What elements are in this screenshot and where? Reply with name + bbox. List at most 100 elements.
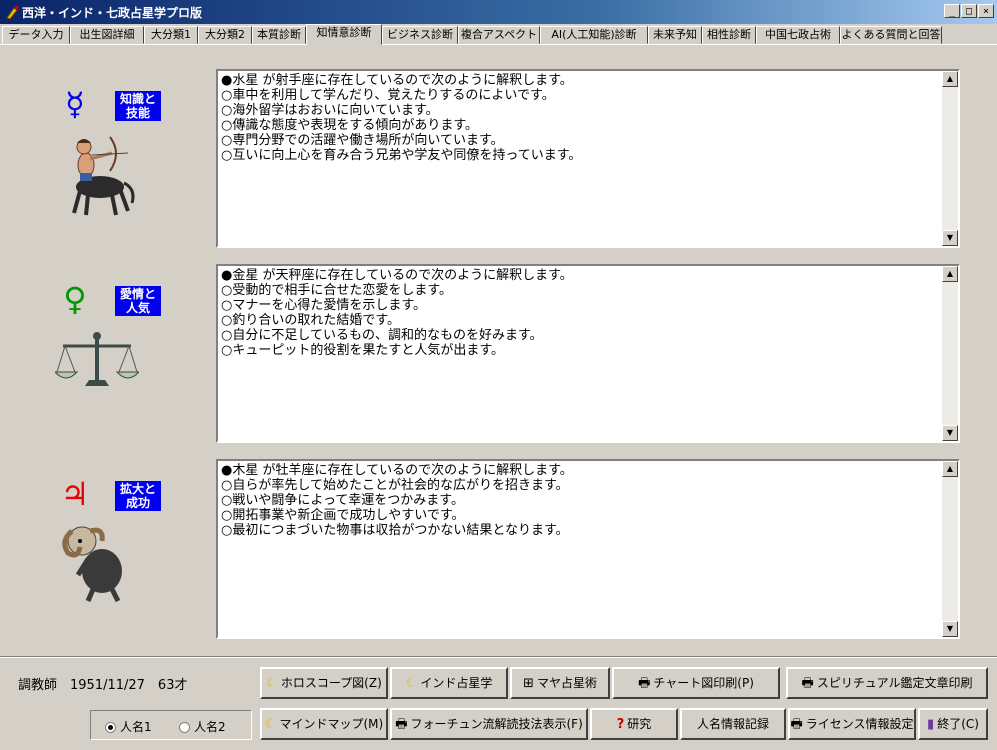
- scroll-up-icon[interactable]: ▲: [942, 461, 958, 477]
- radio-person1[interactable]: 人名1: [105, 718, 152, 735]
- interpretation-line: ●金星 が天秤座に存在しているので次のように解釈します。: [221, 268, 573, 283]
- bottom-divider-highlight: [0, 657, 997, 658]
- tab-5[interactable]: 知情意診断: [306, 24, 382, 45]
- tab-4[interactable]: 本質診断: [252, 26, 306, 44]
- indian-astrology-button[interactable]: ☾ インド占星学: [390, 667, 508, 699]
- interpretation-line: ○釣り合いの取れた結婚です。: [221, 313, 401, 328]
- tab-strip: データ入力 出生図詳細 大分類1 大分類2 本質診断 知情意診断 ビジネス診断 複合アスペクト…: [2, 24, 997, 45]
- section-label-line2: 人気: [125, 301, 150, 315]
- research-button-label: 研究: [627, 717, 652, 731]
- interpretation-section-0: ☿ 知識と 技能 ●水星 が射手座に存在しているので次のように解釈します。 ○車中を利用…: [0, 67, 997, 248]
- interpretation-section-1: ♀ 愛情と 人気 ●金星 が天秤座に存在しているので次のように解釈します。 ○受動的で相…: [0, 262, 997, 443]
- interpretation-line: ●水星 が射手座に存在しているので次のように解釈します。: [221, 73, 573, 88]
- interpretation-line: ○傳識な態度や表現をする傾向があります。: [221, 118, 479, 133]
- chart-print-button-label: チャート図印刷(P): [653, 676, 754, 690]
- door-icon: ▮: [927, 717, 935, 732]
- scroll-down-icon[interactable]: ▼: [942, 621, 958, 637]
- interpretation-line: ○受動的で相手に合せた恋愛をします。: [221, 283, 453, 298]
- tab-7[interactable]: 複合アスペクト: [458, 26, 540, 44]
- sagittarius-icon: [58, 129, 138, 222]
- person-record-button-label: 人名情報記録: [696, 717, 769, 731]
- scroll-up-icon[interactable]: ▲: [942, 266, 958, 282]
- maya-astrology-button-label: マヤ占星術: [536, 676, 597, 690]
- minimize-button[interactable]: _: [944, 4, 960, 18]
- spiritual-print-button[interactable]: 🖶 スピリチュアル鑑定文章印刷: [786, 667, 988, 699]
- person-radio-group: 人名1 人名2: [90, 710, 252, 740]
- section-label-line1: 知識と: [119, 92, 156, 106]
- section-label-line2: 技能: [125, 106, 150, 120]
- interpretation-line: ○自分に不足しているもの、調和的なものを好みます。: [221, 328, 543, 343]
- app-icon: [6, 5, 19, 20]
- interpretation-line: ○開拓事業や新企画で成功しやすいです。: [221, 508, 465, 523]
- vertical-scrollbar[interactable]: ▲ ▼: [942, 266, 958, 441]
- spiritual-print-button-label: スピリチュアル鑑定文章印刷: [816, 676, 973, 690]
- scroll-down-icon[interactable]: ▼: [942, 230, 958, 246]
- tab-2[interactable]: 大分類1: [144, 26, 198, 44]
- interpretation-line: ○車中を利用して学んだり、覚えたりするのによいです。: [221, 88, 555, 103]
- tab-9[interactable]: 未来予知: [648, 26, 702, 44]
- planet-symbol-icon: ♀: [63, 280, 87, 318]
- horoscope-button-label: ホロスコープ図(Z): [280, 676, 382, 690]
- tab-6[interactable]: ビジネス診断: [382, 26, 458, 44]
- interpretation-line: ○戦いや闘争によって幸運をつかみます。: [221, 493, 465, 508]
- interpretation-text: ●水星 が射手座に存在しているので次のように解釈します。 ○車中を利用して学んだり…: [221, 73, 938, 244]
- license-settings-button[interactable]: 🖶 ライセンス情報設定: [788, 708, 916, 740]
- person-record-button[interactable]: 人名情報記録: [680, 708, 786, 740]
- exit-button-label: 終了(C): [937, 717, 979, 731]
- horoscope-button[interactable]: ☾ ホロスコープ図(Z): [260, 667, 388, 699]
- section-label: 拡大と 成功: [115, 481, 161, 511]
- printer-icon: 🖶: [638, 676, 651, 691]
- section-label-line1: 愛情と: [119, 287, 156, 301]
- radio-person1-dot[interactable]: [105, 722, 116, 733]
- mind-map-button-label: マインドマップ(M): [279, 717, 384, 731]
- tab-0[interactable]: データ入力: [2, 26, 70, 44]
- printer-icon: 🖶: [790, 717, 803, 732]
- maya-icon: ⊞: [523, 676, 534, 691]
- fortune-display-button-label: フォーチュン流解読技法表示(F): [410, 717, 583, 731]
- fortune-display-button[interactable]: 🖶 フォーチュン流解読技法表示(F): [390, 708, 588, 740]
- interpretation-line: ○最初につまづいた物事は収拾がつかない結果となります。: [221, 523, 569, 538]
- moon-icon: ☾: [405, 676, 418, 691]
- vertical-scrollbar[interactable]: ▲ ▼: [942, 461, 958, 637]
- moon-icon: ☾: [266, 676, 278, 691]
- section-label: 愛情と 人気: [115, 286, 161, 316]
- tab-3[interactable]: 大分類2: [198, 26, 252, 44]
- interpretation-textarea[interactable]: ●木星 が牡羊座に存在しているので次のように解釈します。 ○自らが率先して始めたこ…: [216, 459, 960, 639]
- moon-icon: ☾: [264, 717, 277, 732]
- maya-astrology-button[interactable]: ⊞ マヤ占星術: [510, 667, 610, 699]
- section-label-line1: 拡大と: [119, 482, 156, 496]
- title-bar: 西洋・インド・七政占星学プロ版 _ □ ×: [0, 0, 997, 24]
- tab-11[interactable]: 中国七政占術: [756, 26, 840, 44]
- interpretation-textarea[interactable]: ●水星 が射手座に存在しているので次のように解釈します。 ○車中を利用して学んだり…: [216, 69, 960, 248]
- interpretation-text: ●金星 が天秤座に存在しているので次のように解釈します。 ○受動的で相手に合せた恋…: [221, 268, 938, 439]
- radio-person2[interactable]: 人名2: [179, 718, 226, 735]
- planet-symbol-icon: ♃: [60, 475, 90, 513]
- tab-1[interactable]: 出生図詳細: [70, 26, 144, 44]
- vertical-scrollbar[interactable]: ▲ ▼: [942, 71, 958, 246]
- radio-person2-dot[interactable]: [179, 722, 190, 733]
- section-label: 知識と 技能: [115, 91, 161, 121]
- printer-icon: 🖶: [395, 717, 408, 732]
- radio-person1-label: 人名1: [120, 720, 152, 734]
- tab-12[interactable]: よくある質問と回答: [840, 26, 942, 44]
- interpretation-line: ○海外留学はおおいに向いています。: [221, 103, 439, 118]
- interpretation-textarea[interactable]: ●金星 が天秤座に存在しているので次のように解釈します。 ○受動的で相手に合せた恋…: [216, 264, 960, 443]
- chart-print-button[interactable]: 🖶 チャート図印刷(P): [612, 667, 780, 699]
- client-info: 調教師 1951/11/27 63才: [18, 678, 188, 693]
- close-button[interactable]: ×: [978, 4, 994, 18]
- tab-10[interactable]: 相性診断: [702, 26, 756, 44]
- section-label-line2: 成功: [125, 496, 150, 510]
- scroll-down-icon[interactable]: ▼: [942, 425, 958, 441]
- question-icon: ?: [616, 717, 625, 732]
- tab-8[interactable]: AI(人工知能)診断: [540, 26, 648, 44]
- indian-astrology-button-label: インド占星学: [420, 676, 493, 690]
- libra-icon: [53, 330, 141, 397]
- scroll-up-icon[interactable]: ▲: [942, 71, 958, 87]
- window-title: 西洋・インド・七政占星学プロ版: [22, 6, 203, 20]
- research-button[interactable]: ? 研究: [590, 708, 678, 740]
- maximize-button[interactable]: □: [961, 4, 977, 18]
- planet-symbol-icon: ☿: [65, 85, 85, 123]
- interpretation-line: ○互いに向上心を育み合う兄弟や学友や同僚を持っています。: [221, 148, 582, 163]
- mind-map-button[interactable]: ☾ マインドマップ(M): [260, 708, 388, 740]
- exit-button[interactable]: ▮ 終了(C): [918, 708, 988, 740]
